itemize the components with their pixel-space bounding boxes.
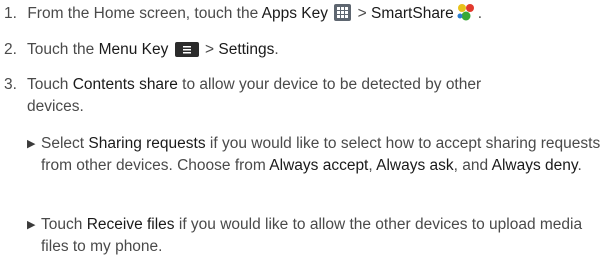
step-2: 2. Touch the Menu Key > Settings. [4,39,279,64]
step-1: 1. From the Home screen, touch the Apps … [4,3,482,28]
bullet-arrow-icon: ▶ [27,138,36,150]
step-end: . [274,41,279,58]
bullet-text: Select Sharing requests if you would lik… [41,135,601,174]
bullet-text: Touch Receive files if you would like to… [41,216,583,255]
contents-share-label: Contents share [72,76,178,93]
step-number: 3. [4,76,17,93]
separator: > [357,5,367,22]
bullet-arrow-icon: ▶ [27,219,36,231]
bullet-receive-files: ▶ Touch Receive files if you would like … [27,214,607,258]
step-number: 1. [4,5,17,22]
step-text: Touch [27,76,69,93]
step-number: 2. [4,41,17,58]
separator: > [204,41,215,58]
receive-files-label: Receive files [86,216,175,233]
sharing-requests-label: Sharing requests [88,135,206,152]
menu-key-label: Menu Key [98,41,169,58]
menu-key-icon [174,42,199,64]
instructions-page: 1. From the Home screen, touch the Apps … [0,0,610,270]
apps-key-label: Apps Key [261,5,329,22]
step-text-continued: devices. [27,98,84,115]
smartshare-label: SmartShare [371,5,454,22]
bullet-sharing-requests: ▶ Select Sharing requests if you would l… [27,133,607,177]
apps-grid-icon [334,4,352,28]
smartshare-icon [456,3,476,28]
step-end: . [477,5,483,22]
always-deny-label: Always deny [491,157,578,174]
step-3: 3. Touch Contents share to allow your de… [4,74,481,118]
step-text: to allow your device to be detected by o… [182,76,482,93]
always-ask-label: Always ask [376,157,454,174]
always-accept-label: Always accept [269,157,369,174]
step-text: From the Home screen, touch the [27,5,259,22]
settings-label: Settings [218,41,275,58]
step-text: Touch the [27,41,95,58]
